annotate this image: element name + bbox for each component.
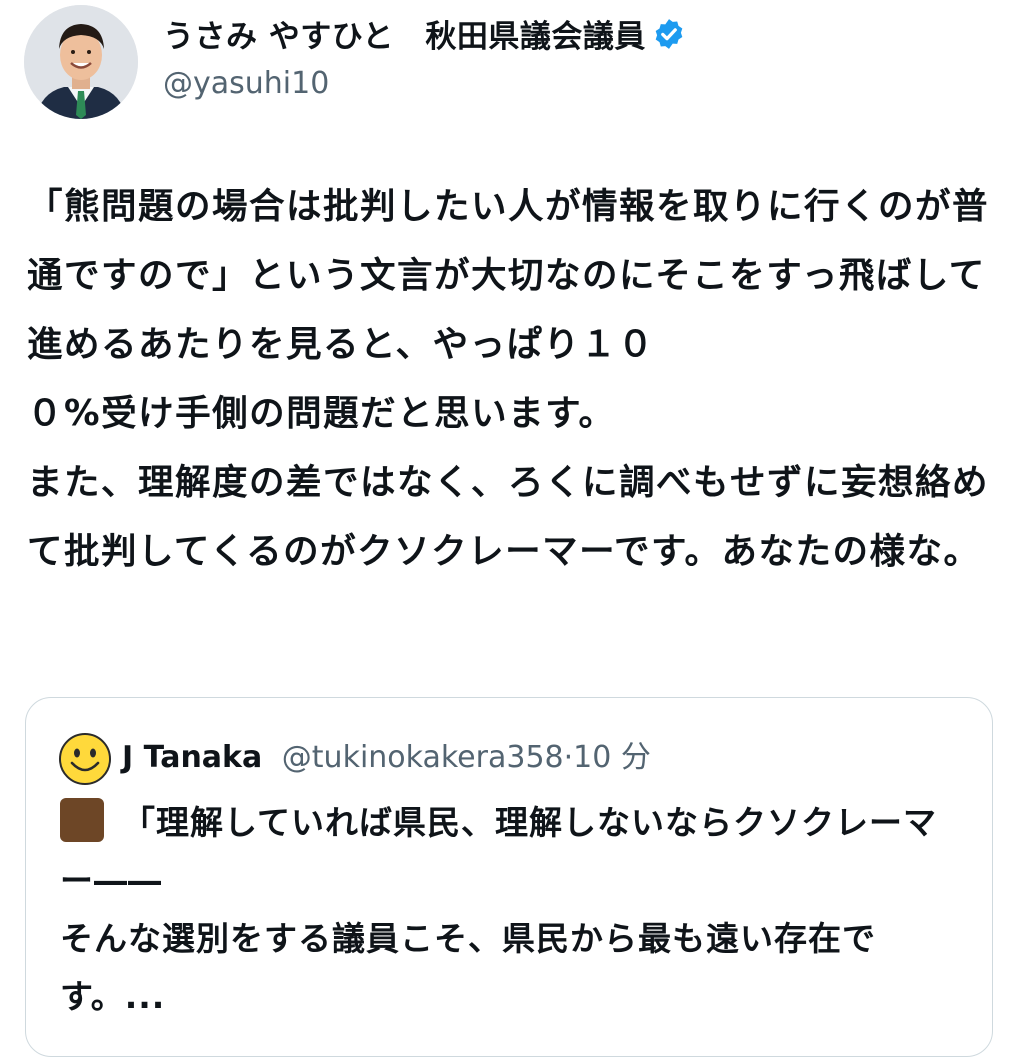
quoted-tweet-text: 「理解していれば県民、理解しないならクソクレーマー―― そんな選別をする議員こそ… xyxy=(60,803,938,1016)
quoted-tweet-header: J Tanaka @tukinokakera358·10 分 xyxy=(122,736,651,780)
quoted-author-name[interactable]: J Tanaka xyxy=(122,740,262,775)
quoted-author-handle[interactable]: @tukinokakera358 xyxy=(282,740,564,775)
quoted-separator: · xyxy=(563,740,574,775)
verified-badge-icon xyxy=(652,17,686,51)
quoted-tweet-card[interactable]: J Tanaka @tukinokakera358·10 分 「理解していれば県… xyxy=(25,697,993,1057)
smiley-face-icon[interactable] xyxy=(58,732,112,786)
display-name-text[interactable]: うさみ やすひと 秋田県議会議員 xyxy=(163,19,646,55)
quoted-timestamp[interactable]: 10 分 xyxy=(573,740,651,775)
author-handle[interactable]: @yasuhi10 xyxy=(163,64,329,104)
brown-square-icon xyxy=(60,798,104,842)
tweet-text: 「熊問題の場合は批判したい人が情報を取りに行くのが普通ですので」という文言が大切… xyxy=(27,186,990,572)
author-display-name[interactable]: うさみ やすひと 秋田県議会議員 xyxy=(163,14,686,60)
quoted-tweet-body: 「理解していれば県民、理解しないならクソクレーマー―― そんな選別をする議員こそ… xyxy=(60,794,970,1026)
avatar[interactable] xyxy=(24,5,138,119)
